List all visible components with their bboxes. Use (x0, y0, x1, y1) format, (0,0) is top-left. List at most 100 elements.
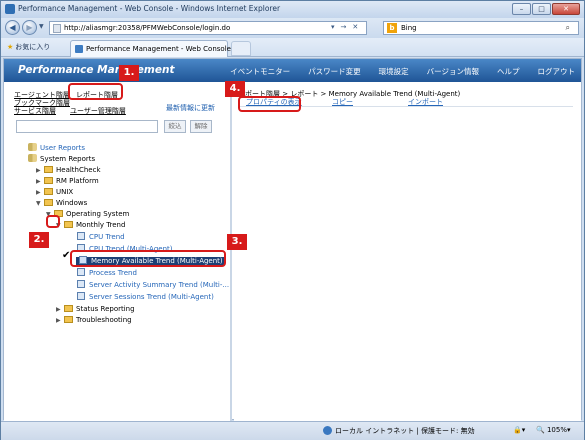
top-nav: イベントモニター パスワード変更 環境設定 バージョン情報 ヘルプ ログアウト (230, 66, 575, 77)
filter-row: 絞込 解除 (16, 120, 221, 134)
tree-node-system-reports[interactable]: System Reports (28, 154, 95, 165)
tree-label: Operating System (66, 210, 130, 218)
refresh-link[interactable]: 最新情報に更新 (166, 103, 215, 113)
app-header: Performance Management イベントモニター パスワード変更 … (4, 59, 581, 82)
tree-label: Server Sessions Trend (Multi-Agent) (89, 293, 214, 301)
report-icon (77, 232, 85, 240)
new-tab-button[interactable] (231, 41, 251, 56)
reports-folder-icon (28, 154, 37, 162)
tree-node-monthly-trend[interactable]: ▼ Monthly Trend (56, 220, 125, 231)
address-dropdown-icon[interactable]: ▾ (331, 23, 335, 31)
expand-icon[interactable]: ▶ (56, 315, 63, 326)
go-icon[interactable]: → (341, 23, 347, 31)
nav-help[interactable]: ヘルプ (497, 66, 520, 77)
tree-node-process-trend[interactable]: Process Trend (76, 268, 137, 279)
star-icon: ★ (7, 43, 14, 51)
status-bar: ローカル イントラネット | 保護モード: 無効 🔒▾ 🔍 105%▾ (1, 421, 584, 440)
close-button[interactable]: ✕ (552, 3, 580, 15)
favorites-button[interactable]: ★ お気に入り (7, 42, 50, 52)
folder-icon (44, 177, 53, 184)
tree-node-unix[interactable]: ▶ UNIX (36, 187, 73, 198)
copy-link[interactable]: コピー (332, 97, 353, 107)
clear-filter-button[interactable]: 解除 (190, 120, 212, 133)
tree-label: UNIX (56, 188, 74, 196)
tree-node-healthcheck[interactable]: ▶ HealthCheck (36, 165, 101, 176)
window-controls: – □ ✕ (512, 3, 580, 15)
maximize-button[interactable]: □ (532, 3, 551, 15)
minimize-button[interactable]: – (512, 3, 531, 15)
expand-icon[interactable]: ▶ (36, 187, 43, 198)
back-button[interactable]: ◀ (5, 20, 20, 35)
callout-highlight-memory-report (70, 250, 226, 267)
intranet-globe-icon (323, 426, 332, 435)
browser-window: Performance Management - Web Console - W… (0, 0, 585, 440)
tree-label: System Reports (40, 155, 96, 163)
tab-page-icon (75, 45, 83, 53)
tree-label: Process Trend (89, 269, 137, 277)
protected-mode-icon[interactable]: 🔒▾ (513, 426, 525, 434)
tree-label: Troubleshooting (76, 316, 132, 324)
folder-icon (44, 188, 53, 195)
tree-label: CPU Trend (89, 233, 125, 241)
callout-highlight-properties (238, 96, 301, 112)
tree-node-windows[interactable]: ▼ Windows (36, 198, 87, 209)
report-icon (77, 280, 85, 288)
expand-icon[interactable]: ▶ (36, 165, 43, 176)
zoom-level[interactable]: 🔍 105%▾ (536, 426, 570, 434)
callout-highlight-monthly-trend-toggle (46, 215, 60, 228)
nav-change-password[interactable]: パスワード変更 (308, 66, 361, 77)
tree-node-rm-platform[interactable]: ▶ RM Platform (36, 176, 99, 187)
forward-button[interactable]: ▶ (22, 20, 37, 35)
reports-folder-icon (28, 143, 37, 151)
browser-tab[interactable]: Performance Management - Web Console (70, 40, 231, 57)
folder-icon (44, 199, 53, 206)
callout-3: 3. (227, 234, 247, 250)
title-bar: Performance Management - Web Console - W… (1, 1, 584, 18)
nav-logout[interactable]: ログアウト (538, 66, 576, 77)
zoom-text: 105% (546, 426, 567, 434)
tree-node-server-sessions[interactable]: Server Sessions Trend (Multi-Agent) (76, 292, 214, 303)
page-icon (53, 24, 61, 33)
url-text[interactable]: http://aliasmgr:20358/PFMWebConsole/logi… (64, 24, 230, 32)
search-box[interactable]: b Bing ⌕ (383, 21, 579, 35)
callout-2: 2. (29, 232, 49, 248)
folder-icon (44, 166, 53, 173)
nav-version-info[interactable]: バージョン情報 (427, 66, 479, 77)
page-content: Performance Management イベントモニター パスワード変更 … (3, 58, 582, 421)
address-tools: ▾ → ✕ (331, 23, 358, 31)
tree-label: Monthly Trend (76, 221, 126, 229)
history-dropdown-icon[interactable]: ▼ (39, 23, 44, 30)
tree-label: Server Activity Summary Trend (Multi-... (89, 281, 230, 289)
favorites-label: お気に入り (15, 43, 51, 51)
expand-icon[interactable]: ▶ (56, 304, 63, 315)
expand-icon[interactable]: ▶ (36, 176, 43, 187)
zone-text: ローカル イントラネット | 保護モード: 無効 (335, 427, 475, 435)
ie-icon (5, 4, 15, 14)
bing-icon: b (387, 23, 397, 33)
tree-node-user-reports[interactable]: User Reports (28, 143, 85, 154)
tree-label: Windows (56, 199, 88, 207)
tree-node-cpu-trend[interactable]: CPU Trend (76, 232, 125, 243)
nav-event-monitor[interactable]: イベントモニター (230, 66, 290, 77)
tree-node-troubleshooting[interactable]: ▶ Troubleshooting (56, 315, 132, 326)
report-icon (77, 292, 85, 300)
folder-icon (64, 316, 73, 323)
nav-settings[interactable]: 環境設定 (379, 66, 409, 77)
tree-node-status-reporting[interactable]: ▶ Status Reporting (56, 304, 135, 315)
import-link[interactable]: インポート (408, 97, 443, 107)
service-hierarchy-link[interactable]: サービス階層 (14, 106, 56, 116)
tab-row: ★ お気に入り Performance Management - Web Cons… (1, 38, 584, 57)
window-title: Performance Management - Web Console - W… (18, 4, 281, 13)
filter-button[interactable]: 絞込 (164, 120, 186, 133)
collapse-icon[interactable]: ▼ (36, 198, 43, 209)
filter-input[interactable] (16, 120, 158, 133)
search-icon[interactable]: ⌕ (566, 23, 570, 33)
report-icon (77, 268, 85, 276)
stop-icon[interactable]: ✕ (352, 23, 358, 31)
callout-1: 1. (119, 65, 139, 81)
tree-label: User Reports (40, 144, 86, 152)
user-management-link[interactable]: ユーザー管理階層 (70, 106, 126, 116)
address-bar[interactable]: http://aliasmgr:20358/PFMWebConsole/logi… (49, 21, 367, 35)
folder-icon (64, 221, 73, 228)
tree-node-server-activity[interactable]: Server Activity Summary Trend (Multi-... (76, 280, 229, 291)
